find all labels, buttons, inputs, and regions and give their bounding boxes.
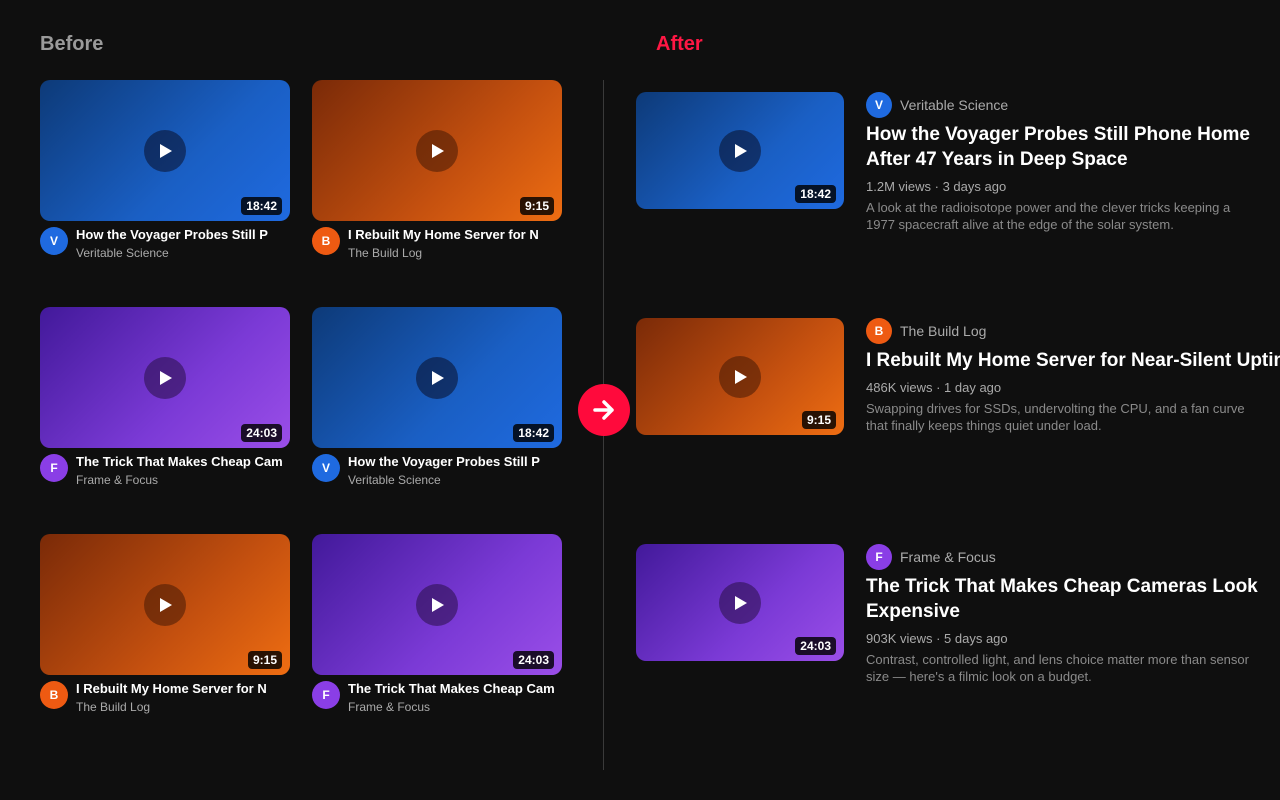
- channel-name[interactable]: Frame & Focus: [900, 549, 996, 565]
- play-icon[interactable]: [144, 356, 186, 399]
- video-meta: V Veritable Science How the Voyager Prob…: [866, 92, 1280, 233]
- play-icon[interactable]: [416, 583, 458, 626]
- video-stats: 903K views · 5 days ago: [866, 631, 1008, 646]
- video-card[interactable]: 18:42 V How the Voyager Probes Still P V…: [40, 80, 290, 270]
- channel-name[interactable]: The Build Log: [348, 246, 422, 260]
- video-stats: 1.2M views · 3 days ago: [866, 179, 1007, 194]
- video-thumbnail[interactable]: 9:15: [40, 534, 290, 675]
- video-meta: F Frame & Focus The Trick That Makes Che…: [866, 544, 1280, 685]
- arrow-right-icon: [578, 384, 630, 436]
- channel-name[interactable]: Veritable Science: [76, 246, 169, 260]
- channel-name[interactable]: Frame & Focus: [348, 700, 430, 714]
- play-icon[interactable]: [416, 129, 458, 172]
- channel-avatar[interactable]: F: [312, 681, 340, 709]
- channel-row: V Veritable Science: [866, 92, 1280, 118]
- video-title[interactable]: I Rebuilt My Home Server for N: [348, 227, 568, 243]
- duration-badge: 9:15: [519, 197, 554, 215]
- duration-badge: 18:42: [241, 197, 282, 215]
- duration-badge: 24:03: [513, 651, 554, 669]
- play-icon[interactable]: [144, 583, 186, 626]
- after-heading: After: [656, 33, 703, 55]
- channel-avatar[interactable]: V: [866, 92, 892, 118]
- duration-badge: 9:15: [247, 651, 282, 669]
- video-thumbnail[interactable]: 9:15: [636, 318, 844, 435]
- video-title[interactable]: How the Voyager Probes Still Phone Home …: [866, 122, 1266, 172]
- video-row[interactable]: 24:03 F Frame & Focus The Trick That Mak…: [636, 544, 1280, 704]
- play-icon[interactable]: [144, 129, 186, 172]
- duration-badge: 24:03: [241, 424, 282, 442]
- before-heading: Before: [40, 33, 104, 55]
- video-title[interactable]: The Trick That Makes Cheap Cameras Look …: [866, 574, 1266, 624]
- video-card[interactable]: 9:15 B I Rebuilt My Home Server for N Th…: [312, 80, 562, 270]
- video-thumbnail[interactable]: 24:03: [636, 544, 844, 661]
- video-card[interactable]: 24:03 F The Trick That Makes Cheap Cam F…: [40, 307, 290, 497]
- channel-avatar[interactable]: V: [312, 454, 340, 482]
- play-icon[interactable]: [719, 581, 761, 624]
- video-thumbnail[interactable]: 18:42: [40, 80, 290, 221]
- channel-name[interactable]: Frame & Focus: [76, 473, 158, 487]
- video-row[interactable]: 9:15 B The Build Log I Rebuilt My Home S…: [636, 318, 1280, 458]
- channel-row: B The Build Log: [866, 318, 1280, 344]
- video-thumbnail[interactable]: 9:15: [312, 80, 562, 221]
- channel-name[interactable]: Veritable Science: [348, 473, 441, 487]
- video-title[interactable]: The Trick That Makes Cheap Cam: [76, 454, 296, 470]
- video-title[interactable]: I Rebuilt My Home Server for N: [76, 681, 296, 697]
- video-meta: B The Build Log I Rebuilt My Home Server…: [866, 318, 1280, 434]
- video-title[interactable]: How the Voyager Probes Still P: [348, 454, 568, 470]
- video-row[interactable]: 18:42 V Veritable Science How the Voyage…: [636, 92, 1280, 252]
- channel-avatar[interactable]: B: [866, 318, 892, 344]
- video-title[interactable]: How the Voyager Probes Still P: [76, 227, 296, 243]
- video-card[interactable]: 9:15 B I Rebuilt My Home Server for N Th…: [40, 534, 290, 724]
- video-card[interactable]: 18:42 V How the Voyager Probes Still P V…: [312, 307, 562, 497]
- video-thumbnail[interactable]: 24:03: [312, 534, 562, 675]
- duration-badge: 18:42: [513, 424, 554, 442]
- duration-badge: 18:42: [795, 185, 836, 203]
- play-icon[interactable]: [416, 356, 458, 399]
- channel-avatar[interactable]: B: [312, 227, 340, 255]
- channel-row: F Frame & Focus: [866, 544, 1280, 570]
- video-description: Contrast, controlled light, and lens cho…: [866, 652, 1249, 684]
- video-description: A look at the radioisotope power and the…: [866, 200, 1231, 232]
- play-icon[interactable]: [719, 129, 761, 172]
- video-title[interactable]: The Trick That Makes Cheap Cam: [348, 681, 568, 697]
- video-stats: 486K views · 1 day ago: [866, 380, 1002, 395]
- video-title[interactable]: I Rebuilt My Home Server for Near-Silent…: [866, 348, 1280, 373]
- channel-avatar[interactable]: F: [40, 454, 68, 482]
- channel-name[interactable]: The Build Log: [900, 323, 986, 339]
- channel-avatar[interactable]: F: [866, 544, 892, 570]
- video-thumbnail[interactable]: 24:03: [40, 307, 290, 448]
- duration-badge: 9:15: [801, 411, 836, 429]
- channel-name[interactable]: The Build Log: [76, 700, 150, 714]
- video-description: Swapping drives for SSDs, undervolting t…: [866, 401, 1245, 433]
- video-card[interactable]: 24:03 F The Trick That Makes Cheap Cam F…: [312, 534, 562, 724]
- video-thumbnail[interactable]: 18:42: [312, 307, 562, 448]
- duration-badge: 24:03: [795, 637, 836, 655]
- video-thumbnail[interactable]: 18:42: [636, 92, 844, 209]
- channel-name[interactable]: Veritable Science: [900, 97, 1008, 113]
- channel-avatar[interactable]: V: [40, 227, 68, 255]
- channel-avatar[interactable]: B: [40, 681, 68, 709]
- play-icon[interactable]: [719, 355, 761, 398]
